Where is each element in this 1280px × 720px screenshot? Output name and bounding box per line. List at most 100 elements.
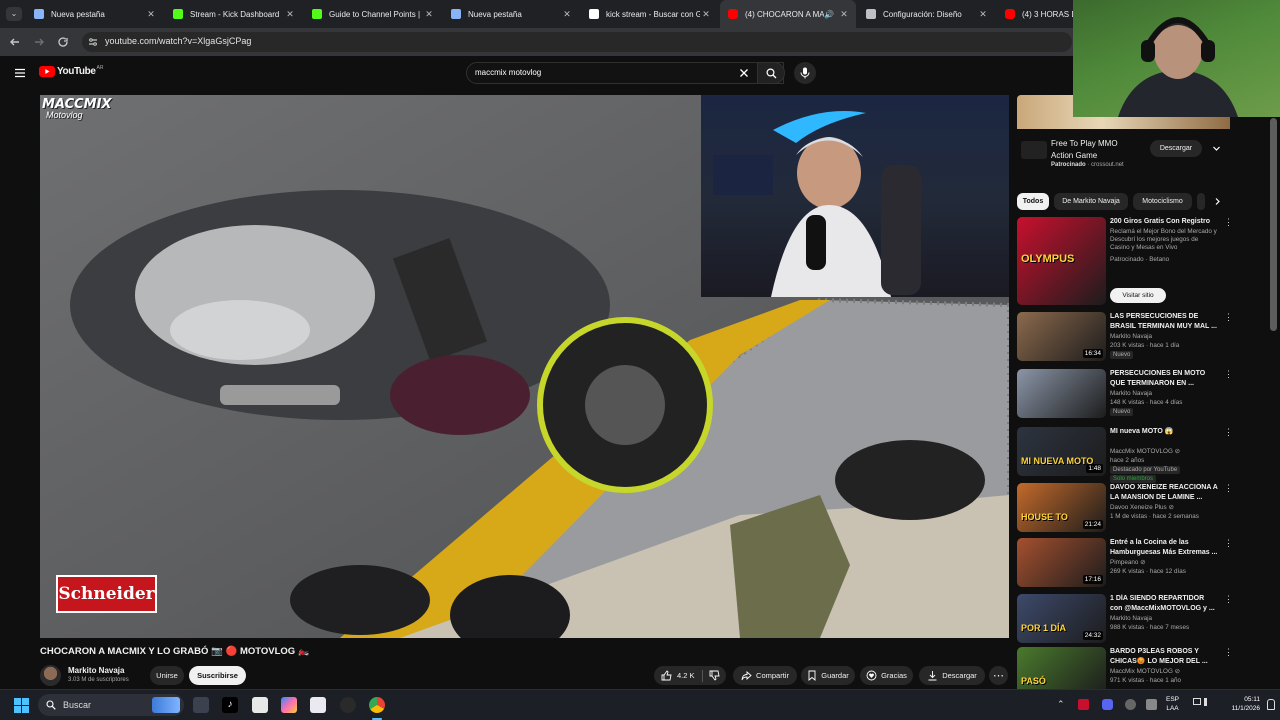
search-button[interactable] <box>757 62 785 84</box>
tab-close-icon[interactable]: ✕ <box>561 9 573 20</box>
clock[interactable]: 05:11 11/1/2026 <box>1222 695 1260 713</box>
recommended-video[interactable]: POR 1 DÍA 24:32 1 DÍA SIENDO REPARTIDOR co… <box>1017 594 1237 646</box>
chips-next-chevron-icon[interactable] <box>1213 197 1222 206</box>
tab-search-button[interactable]: ⌄ <box>6 7 22 21</box>
subscribe-button[interactable]: Suscribirse <box>189 666 246 685</box>
voice-search-button[interactable] <box>794 62 816 84</box>
join-button[interactable]: Unirse <box>150 666 184 685</box>
channel-name[interactable]: Markito Navaja <box>1110 390 1152 397</box>
video-thumbnail[interactable]: HOUSE TO 21:24 <box>1017 483 1106 532</box>
channel-name[interactable]: Markito Navaja <box>68 666 124 675</box>
tab-close-icon[interactable]: ✕ <box>423 9 435 20</box>
forward-button[interactable] <box>31 34 47 50</box>
video-thumbnail[interactable]: MI NUEVA MOTO 1:48 <box>1017 427 1106 476</box>
more-options-icon[interactable]: ⋮ <box>1224 538 1233 549</box>
channel-name[interactable]: MaccMix MOTOVLOG ⊘ <box>1110 668 1180 675</box>
more-options-icon[interactable]: ⋮ <box>1224 483 1233 494</box>
task-view-icon[interactable] <box>193 697 209 713</box>
notifications-icon[interactable] <box>1267 699 1275 710</box>
menu-hamburger-icon[interactable] <box>14 67 26 79</box>
channel-name[interactable]: Pimpeano ⊘ <box>1110 559 1145 566</box>
more-options-icon[interactable]: ⋮ <box>1224 312 1233 323</box>
obs-app-icon[interactable] <box>340 697 356 713</box>
browser-tab[interactable]: Configuración: Diseño ✕ <box>858 0 995 28</box>
forward-arrow-icon <box>35 38 44 46</box>
chrome-app-icon[interactable] <box>369 697 385 713</box>
more-options-icon[interactable]: ⋮ <box>1224 647 1233 658</box>
page-scrollbar[interactable] <box>1270 118 1277 331</box>
recommended-video[interactable]: OLYMPUS 200 Giros Gratis Con Registro Recl… <box>1017 217 1237 305</box>
browser-tab[interactable]: (4) CHOCARON A MA 🔊 ✕ <box>720 0 856 28</box>
copilot-app-icon[interactable] <box>281 697 297 713</box>
tab-close-icon[interactable]: ✕ <box>700 9 712 20</box>
like-count[interactable]: 4.2 K <box>677 671 695 680</box>
video-thumbnail[interactable]: POR 1 DÍA 24:32 <box>1017 594 1106 643</box>
tab-close-icon[interactable]: ✕ <box>284 9 296 20</box>
like-icon[interactable] <box>661 670 672 681</box>
chip-all[interactable]: Todos <box>1017 193 1049 210</box>
reload-button[interactable] <box>55 34 71 50</box>
taskbar-search-box[interactable]: Buscar <box>38 694 184 716</box>
share-button[interactable]: Compartir <box>733 666 797 685</box>
windows-start-icon[interactable] <box>14 698 29 713</box>
site-info-icon[interactable] <box>88 37 98 47</box>
tray-app-icon-misc2[interactable] <box>1146 699 1157 710</box>
back-button[interactable] <box>7 34 23 50</box>
tiktok-app-icon[interactable]: ♪ <box>222 697 238 713</box>
more-options-icon[interactable]: ⋮ <box>1224 427 1233 438</box>
ad-cta-button[interactable]: Descargar <box>1150 140 1202 157</box>
video-thumbnail[interactable]: OLYMPUS <box>1017 217 1106 305</box>
chip-partial[interactable] <box>1197 193 1205 210</box>
tab-close-icon[interactable]: ✕ <box>145 9 157 20</box>
channel-name[interactable]: Markito Navaja <box>1110 333 1152 340</box>
tab-audio-icon[interactable]: 🔊 <box>824 10 834 19</box>
channel-name[interactable]: Markito Navaja <box>1110 615 1152 622</box>
file-app-icon[interactable] <box>252 697 268 713</box>
search-input[interactable]: maccmix motovlog <box>466 62 784 84</box>
recommended-video[interactable]: HOUSE TO 21:24 DAVOO XENEIZE REACCIONA A L… <box>1017 483 1237 535</box>
chip-motorcycling[interactable]: Motociclismo <box>1133 193 1192 210</box>
recommended-video[interactable]: MI NUEVA MOTO 1:48 MI nueva MOTO 😱 MaccMix … <box>1017 427 1237 483</box>
visit-site-button[interactable]: Visitar sitio <box>1110 288 1166 303</box>
browser-tab[interactable]: Nueva pestaña ✕ <box>26 0 163 28</box>
ad-title-line2: Action Game <box>1051 151 1098 160</box>
channel-avatar[interactable] <box>40 665 61 686</box>
language-indicator[interactable]: ESP LAA <box>1166 695 1179 713</box>
chip-from-channel[interactable]: De Markito Navaja <box>1054 193 1128 210</box>
more-options-icon[interactable]: ⋮ <box>1224 594 1233 605</box>
browser-tab[interactable]: (4) 3 HORAS DE <box>997 0 1077 28</box>
browser-tab[interactable]: Nueva pestaña ✕ <box>443 0 579 28</box>
more-actions-button[interactable]: ⋯ <box>989 666 1008 685</box>
ad-expand-chevron-icon[interactable] <box>1212 144 1221 153</box>
recommended-video[interactable]: 16:34 LAS PERSECUCIONES DE BRASIL TERMINA… <box>1017 312 1237 364</box>
store-app-icon[interactable] <box>310 697 326 713</box>
video-thumbnail[interactable]: 17:16 <box>1017 538 1106 587</box>
save-button[interactable]: Guardar <box>801 666 855 685</box>
youtube-logo[interactable]: YouTube AR <box>39 65 103 77</box>
video-player[interactable]: MACCMIX Motovlog Schneider <box>40 95 1009 638</box>
tray-chevron-icon[interactable]: ⌃ <box>1057 699 1065 710</box>
video-thumbnail[interactable]: 16:34 <box>1017 312 1106 361</box>
more-options-icon[interactable]: ⋮ <box>1224 217 1233 228</box>
dislike-icon[interactable] <box>709 670 720 681</box>
tab-close-icon[interactable]: ✕ <box>977 9 989 20</box>
download-button[interactable]: Descargar <box>919 666 985 685</box>
recommended-video[interactable]: 17:16 Entré a la Cocina de las Hamburgues… <box>1017 538 1237 590</box>
browser-tab[interactable]: Guide to Channel Points | ✕ <box>304 0 441 28</box>
browser-tab[interactable]: Stream - Kick Dashboard ✕ <box>165 0 302 28</box>
tray-app-icon-misc[interactable] <box>1125 699 1136 710</box>
channel-name[interactable]: MaccMix MOTOVLOG ⊘ <box>1110 448 1180 455</box>
tray-app-icon-discord[interactable] <box>1102 699 1113 710</box>
network-volume-battery-icons[interactable] <box>1193 698 1219 710</box>
more-options-icon[interactable]: ⋮ <box>1224 369 1233 380</box>
tray-app-icon-red[interactable] <box>1078 699 1089 710</box>
channel-name[interactable]: Davoo Xeneize Plus ⊘ <box>1110 504 1174 511</box>
tab-close-icon[interactable]: ✕ <box>838 9 850 20</box>
recommended-video[interactable]: PERSECUCIONES EN MOTO QUE TERMINARON EN … <box>1017 369 1237 421</box>
thanks-button[interactable]: Gracias <box>860 666 913 685</box>
address-bar[interactable]: youtube.com/watch?v=XlgaGsjCPag <box>82 32 1072 52</box>
clear-search-icon[interactable] <box>739 68 749 78</box>
channel-name[interactable]: Patrocinado · Betano <box>1110 256 1169 263</box>
browser-tab[interactable]: kick stream - Buscar con G ✕ <box>581 0 718 28</box>
video-thumbnail[interactable] <box>1017 369 1106 418</box>
